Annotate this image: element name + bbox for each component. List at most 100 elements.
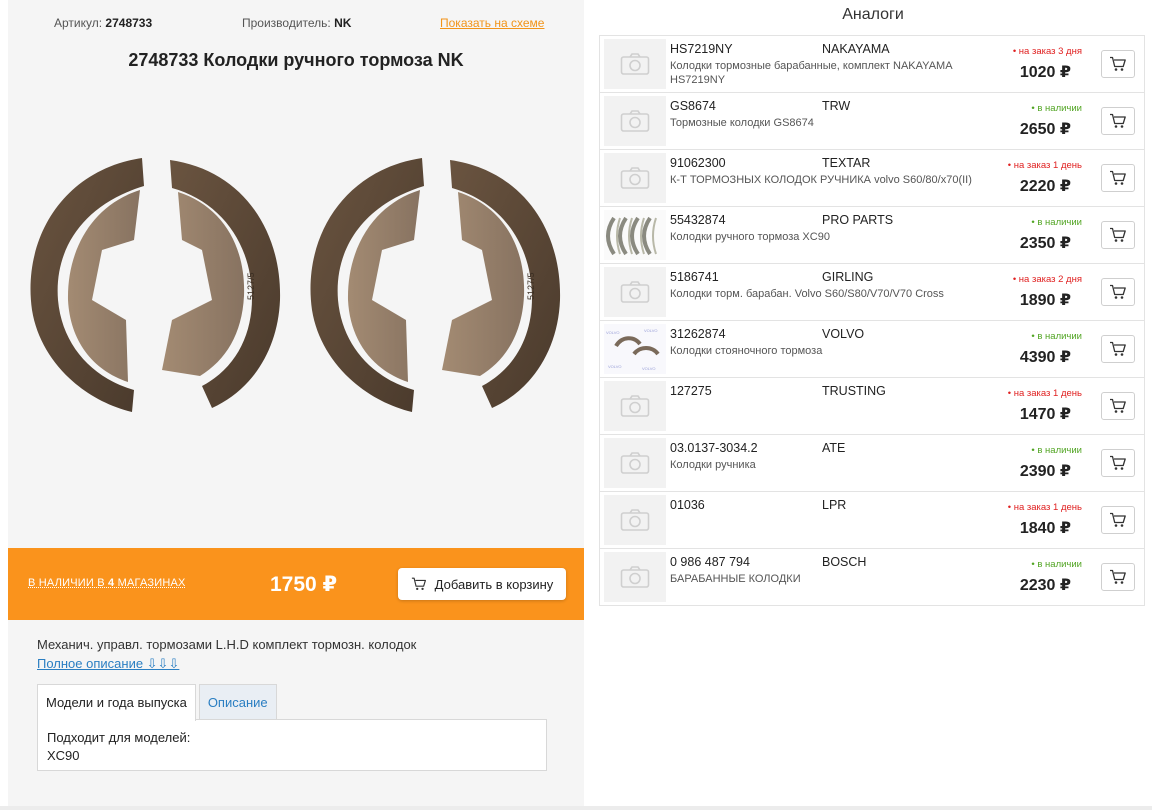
analog-part-number[interactable]: 55432874 [670, 213, 726, 227]
analog-brand: TEXTAR [822, 156, 871, 170]
cart-icon [1110, 170, 1126, 185]
analog-availability: • на заказ 1 день [1007, 160, 1082, 171]
analog-availability: • в наличии [1031, 217, 1082, 228]
analog-thumbnail[interactable] [604, 267, 666, 317]
add-to-cart-button[interactable]: Добавить в корзину [398, 568, 566, 600]
analog-part-number[interactable]: 01036 [670, 498, 705, 512]
analog-row[interactable]: 0 986 487 794 BOSCH БАРАБАННЫЕ КОЛОДКИ • в … [600, 549, 1144, 605]
analog-add-to-cart-button[interactable] [1101, 506, 1135, 534]
analog-price: 2390 ₽ [1019, 463, 1071, 480]
tab-description[interactable]: Описание [198, 684, 277, 719]
analog-row[interactable]: 127275 TRUSTING • на заказ 1 день 1470 ₽ [600, 378, 1144, 435]
analog-description: Тормозные колодки GS8674 [670, 117, 814, 129]
analog-price: 2650 ₽ [1019, 121, 1071, 138]
camera-icon [620, 110, 650, 132]
analog-brand: ATE [822, 441, 846, 455]
analog-row[interactable]: HS7219NY NAKAYAMA Колодки тормозные бараба… [600, 36, 1144, 93]
cart-icon [411, 577, 426, 591]
analog-add-to-cart-button[interactable] [1101, 392, 1135, 420]
analog-row[interactable]: 01036 LPR • на заказ 1 день 1840 ₽ [600, 492, 1144, 549]
tab-bar: Модели и года выпуска Описание [37, 684, 280, 721]
analog-row[interactable]: 03.0137-3034.2 ATE Колодки ручника • в нали… [600, 435, 1144, 492]
maker-label: Производитель: [242, 16, 331, 30]
analog-description: Колодки тормозные барабанные, комплект N… [670, 60, 952, 86]
analog-add-to-cart-button[interactable] [1101, 164, 1135, 192]
analog-availability: • в наличии [1031, 103, 1082, 114]
show-on-scheme-link[interactable]: Показать на схеме [440, 16, 544, 30]
maker-value: NK [334, 16, 352, 30]
analog-thumbnail[interactable]: VOLVO VOLVO VOLVO VOLVO [604, 324, 666, 374]
analog-row[interactable]: 55432874 PRO PARTS Колодки ручного тормоза… [600, 207, 1144, 264]
cart-icon [1110, 569, 1126, 584]
analog-row[interactable]: GS8674 TRW Тормозные колодки GS8674 • в нал… [600, 93, 1144, 150]
analog-add-to-cart-button[interactable] [1101, 221, 1135, 249]
analog-add-to-cart-button[interactable] [1101, 50, 1135, 78]
analog-thumbnail[interactable] [604, 210, 666, 260]
analog-thumbnail[interactable] [604, 438, 666, 488]
analog-row[interactable]: VOLVO VOLVO VOLVO VOLVO 31262874 VOLVO Колодки… [600, 321, 1144, 378]
tab-models-years[interactable]: Модели и года выпуска [37, 684, 196, 721]
analog-add-to-cart-button[interactable] [1101, 449, 1135, 477]
analog-description: БАРАБАННЫЕ КОЛОДКИ [670, 573, 801, 585]
cart-icon [1110, 227, 1126, 242]
stock-availability-link[interactable]: В НАЛИЧИИ В 4 МАГАЗИНАХ [28, 577, 186, 589]
cart-icon [1110, 113, 1126, 128]
analog-part-number[interactable]: 127275 [670, 384, 712, 398]
analog-thumbnail[interactable] [604, 153, 666, 203]
analog-part-number[interactable]: HS7219NY [670, 42, 733, 56]
analog-availability: • в наличии [1031, 445, 1082, 456]
analog-row[interactable]: 91062300 TEXTAR К-Т ТОРМОЗНЫХ КОЛОДОК РУЧН… [600, 150, 1144, 207]
analog-part-number[interactable]: 31262874 [670, 327, 726, 341]
brake-shoes-photo [606, 216, 657, 256]
analog-brand: NAKAYAMA [822, 42, 890, 56]
product-panel: Артикул: 2748733 Производитель: NK Показ… [8, 0, 584, 806]
analog-description: Колодки ручника [670, 459, 756, 471]
analog-add-to-cart-button[interactable] [1101, 563, 1135, 591]
product-image: 5127/5 5127/5 [30, 158, 561, 412]
analog-availability: • на заказ 3 дня [1012, 46, 1082, 57]
add-to-cart-label: Добавить в корзину [434, 576, 554, 592]
analog-part-number[interactable]: 91062300 [670, 156, 726, 170]
camera-icon [620, 452, 650, 474]
article-value: 2748733 [105, 16, 153, 30]
analogs-list: HS7219NY NAKAYAMA Колодки тормозные бараба… [599, 35, 1145, 606]
camera-icon [620, 395, 650, 417]
svg-text:VOLVO: VOLVO [644, 328, 658, 333]
analog-price: 4390 ₽ [1019, 349, 1071, 366]
analog-part-number[interactable]: 03.0137-3034.2 [670, 441, 758, 455]
analog-availability: • на заказ 2 дня [1012, 274, 1082, 285]
analog-add-to-cart-button[interactable] [1101, 278, 1135, 306]
svg-text:VOLVO: VOLVO [642, 366, 656, 371]
analog-add-to-cart-button[interactable] [1101, 107, 1135, 135]
analog-brand: VOLVO [822, 327, 865, 341]
analog-thumbnail[interactable] [604, 39, 666, 89]
analog-thumbnail[interactable] [604, 552, 666, 602]
camera-icon [620, 53, 650, 75]
analog-part-number[interactable]: 5186741 [670, 270, 719, 284]
analog-brand: LPR [822, 498, 847, 512]
buy-bar: В НАЛИЧИИ В 4 МАГАЗИНАХ 1750 ₽ Добавить … [8, 548, 584, 620]
analog-price: 1840 ₽ [1019, 520, 1071, 537]
analog-description: Колодки стояночного тормоза [670, 345, 823, 357]
analog-thumbnail[interactable] [604, 495, 666, 545]
cart-icon [1110, 455, 1126, 470]
analog-add-to-cart-button[interactable] [1101, 335, 1135, 363]
volvo-shoes-photo: VOLVO VOLVO VOLVO VOLVO [604, 324, 666, 374]
product-image-stamp: 5127/5 [246, 272, 256, 300]
cart-icon [1110, 341, 1126, 356]
analog-description: Колодки торм. барабан. Volvo S60/S80/V70… [670, 288, 944, 300]
stock-prefix: В НАЛИЧИИ В [28, 577, 109, 589]
analog-price: 2350 ₽ [1019, 235, 1071, 252]
camera-icon [620, 509, 650, 531]
maker-info: Производитель: NK [242, 16, 351, 30]
article-label: Артикул: [54, 16, 103, 30]
analog-part-number[interactable]: GS8674 [670, 99, 716, 113]
analog-thumbnail[interactable] [604, 381, 666, 431]
analog-description: К-Т ТОРМОЗНЫХ КОЛОДОК РУЧНИКА volvo S60/… [670, 174, 972, 186]
analog-brand: PRO PARTS [822, 213, 894, 227]
analog-thumbnail[interactable] [604, 96, 666, 146]
analog-part-number[interactable]: 0 986 487 794 [670, 555, 750, 569]
analog-row[interactable]: 5186741 GIRLING Колодки торм. барабан. Vol… [600, 264, 1144, 321]
stock-suffix: МАГАЗИНАХ [114, 577, 186, 589]
full-description-link[interactable]: Полное описание ⇩⇩⇩ [37, 656, 179, 672]
